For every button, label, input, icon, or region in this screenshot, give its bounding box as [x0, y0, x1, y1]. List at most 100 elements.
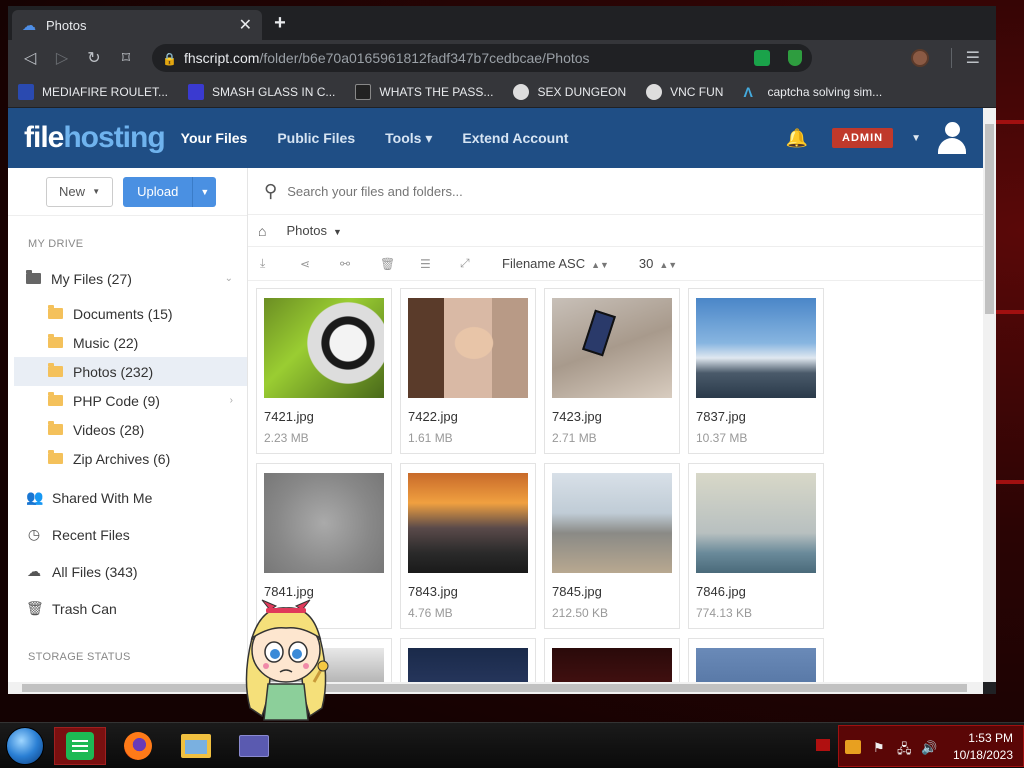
bookmark-favicon-icon: Λ: [743, 83, 753, 100]
start-button[interactable]: [6, 727, 44, 765]
close-tab-icon[interactable]: ✕: [239, 15, 252, 35]
vertical-scrollbar[interactable]: [983, 108, 996, 682]
sidebar-item-label: My Files (27): [51, 270, 132, 287]
volume-icon[interactable]: 🔊: [921, 740, 937, 755]
sidebar-item-php-code[interactable]: PHP Code (9) ›: [8, 386, 247, 415]
sidebar-item-all-files[interactable]: ☁ All Files (343): [8, 553, 247, 590]
taskbar-app-window[interactable]: [228, 727, 280, 765]
new-button[interactable]: New ▼: [46, 176, 114, 207]
taskbar-file-explorer[interactable]: [170, 727, 222, 765]
site-logo[interactable]: filehosting: [24, 121, 166, 155]
menu-icon[interactable]: ☰: [966, 48, 980, 68]
sidebar-item-label: Documents (15): [73, 305, 173, 322]
sidebar-item-videos[interactable]: Videos (28): [8, 415, 247, 444]
sidebar-item-zip-archives[interactable]: Zip Archives (6): [8, 444, 247, 473]
tab-photos[interactable]: ☁ Photos ✕: [12, 10, 262, 40]
search-input[interactable]: [287, 183, 788, 199]
link-icon[interactable]: ⚯: [340, 257, 380, 271]
per-page-value: 30: [638, 256, 654, 271]
sidebar-item-label: All Files (343): [52, 563, 138, 580]
bookmark-favicon-icon: [188, 83, 205, 100]
sort-select[interactable]: Filename ASC ▲▼: [502, 256, 609, 271]
address-bar[interactable]: 🔒 fhscript.com /folder/b6e70a0165961812f…: [152, 44, 812, 72]
extension-chat-icon[interactable]: [754, 50, 770, 66]
breadcrumb-photos[interactable]: Photos ▼: [286, 223, 341, 238]
admin-badge[interactable]: ADMIN: [832, 128, 894, 148]
bookmark-item[interactable]: MEDIAFIRE ROULET...: [18, 83, 168, 100]
file-card[interactable]: 7421.jpg 2.23 MB: [256, 288, 392, 454]
show-hidden-icons[interactable]: [816, 739, 830, 751]
folder-icon: [48, 363, 63, 377]
sidebar-item-label: Zip Archives (6): [73, 450, 171, 467]
sidebar-item-trash[interactable]: 🗑 Trash Can: [8, 590, 247, 627]
bookmark-item[interactable]: SEX DUNGEON: [513, 83, 626, 100]
sidebar-item-shared[interactable]: 👥 Shared With Me: [8, 479, 247, 516]
file-explorer-icon: [181, 734, 211, 758]
file-card[interactable]: 7845.jpg 212.50 KB: [544, 463, 680, 629]
file-name: 7423.jpg: [552, 409, 602, 424]
file-card[interactable]: 7422.jpg 1.61 MB: [400, 288, 536, 454]
site-header: filehosting Your Files Public Files Tool…: [8, 108, 983, 168]
delete-icon[interactable]: 🗑: [380, 257, 420, 271]
browser-window: ☁ Photos ✕ + ◁ ▷ ↻ ⌑ 🔒 fhscript.com /fol…: [8, 6, 996, 694]
bookmark-item[interactable]: WHATS THE PASS...: [355, 83, 493, 100]
chevron-down-icon[interactable]: ▼: [192, 176, 216, 207]
sidebar-item-music[interactable]: Music (22): [8, 328, 247, 357]
bookmarks-bar: MEDIAFIRE ROULET... SMASH GLASS IN C... …: [8, 76, 996, 108]
sidebar-item-documents[interactable]: Documents (15): [8, 299, 247, 328]
taskbar-firefox[interactable]: [112, 727, 164, 765]
nav-public-files[interactable]: Public Files: [277, 130, 355, 146]
nav-tools[interactable]: Tools ▾: [385, 130, 432, 147]
file-card[interactable]: [688, 638, 824, 682]
sort-arrows-icon: ▲▼: [659, 260, 678, 270]
per-page-select[interactable]: 30 ▲▼: [639, 256, 677, 271]
sidebar-item-my-files[interactable]: My Files (27) ⌄: [8, 264, 247, 293]
file-name: 7845.jpg: [552, 584, 602, 599]
file-card[interactable]: 7843.jpg 4.76 MB: [400, 463, 536, 629]
download-icon[interactable]: ⤓: [260, 256, 300, 271]
user-avatar[interactable]: [937, 122, 967, 154]
bell-icon[interactable]: 🔔: [786, 128, 808, 149]
scrollbar-thumb[interactable]: [22, 684, 967, 692]
new-tab-button[interactable]: +: [270, 13, 290, 34]
new-button-label: New: [59, 184, 86, 199]
nav-your-files[interactable]: Your Files: [181, 130, 248, 146]
share-icon[interactable]: ⋖: [300, 257, 340, 271]
header-right: 🔔 ADMIN ▼: [786, 122, 967, 154]
list-view-icon[interactable]: ☰: [420, 257, 460, 271]
file-card[interactable]: [544, 638, 680, 682]
file-card[interactable]: 7837.jpg 10.37 MB: [688, 288, 824, 454]
bookmark-item[interactable]: VNC FUN: [646, 83, 723, 100]
sidebar-item-label: Trash Can: [52, 600, 117, 617]
reload-icon[interactable]: ↻: [80, 44, 108, 72]
back-icon[interactable]: ◁: [16, 44, 44, 72]
sidebar-item-label: Photos (232): [73, 363, 154, 380]
bookmark-star-icon[interactable]: ⌑: [112, 44, 140, 72]
taskbar-chat-app[interactable]: [54, 727, 106, 765]
sidebar-item-recent[interactable]: ◷ Recent Files: [8, 516, 247, 553]
nav-extend-account[interactable]: Extend Account: [462, 130, 568, 146]
extension-shield-icon[interactable]: [788, 50, 802, 66]
profile-avatar[interactable]: [910, 49, 929, 67]
expand-icon[interactable]: ⤢: [460, 256, 500, 271]
chevron-down-icon[interactable]: ▼: [911, 133, 921, 144]
cloud-icon: ☁: [27, 563, 41, 579]
file-card[interactable]: [400, 638, 536, 682]
sort-arrows-icon: ▲▼: [591, 260, 609, 270]
flag-icon[interactable]: ⚑: [873, 740, 889, 755]
file-thumbnail: [264, 473, 384, 573]
upload-button[interactable]: Upload ▼: [123, 176, 217, 207]
horizontal-scrollbar[interactable]: [8, 682, 983, 694]
network-icon[interactable]: 🖧: [897, 740, 913, 756]
forward-icon[interactable]: ▷: [48, 44, 76, 72]
sidebar-item-photos[interactable]: Photos (232): [14, 357, 247, 386]
bookmark-item[interactable]: SMASH GLASS IN C...: [188, 83, 335, 100]
file-card[interactable]: 7846.jpg 774.13 KB: [688, 463, 824, 629]
update-icon[interactable]: [845, 740, 861, 754]
system-clock[interactable]: 1:53 PM 10/18/2023: [953, 730, 1013, 764]
home-icon[interactable]: ⌂: [258, 223, 266, 239]
file-card[interactable]: 7423.jpg 2.71 MB: [544, 288, 680, 454]
bookmark-item[interactable]: Λcaptcha solving sim...: [743, 84, 882, 100]
taskbar: ⚑ 🖧 🔊 1:53 PM 10/18/2023: [0, 722, 1024, 768]
scrollbar-thumb[interactable]: [985, 124, 994, 314]
